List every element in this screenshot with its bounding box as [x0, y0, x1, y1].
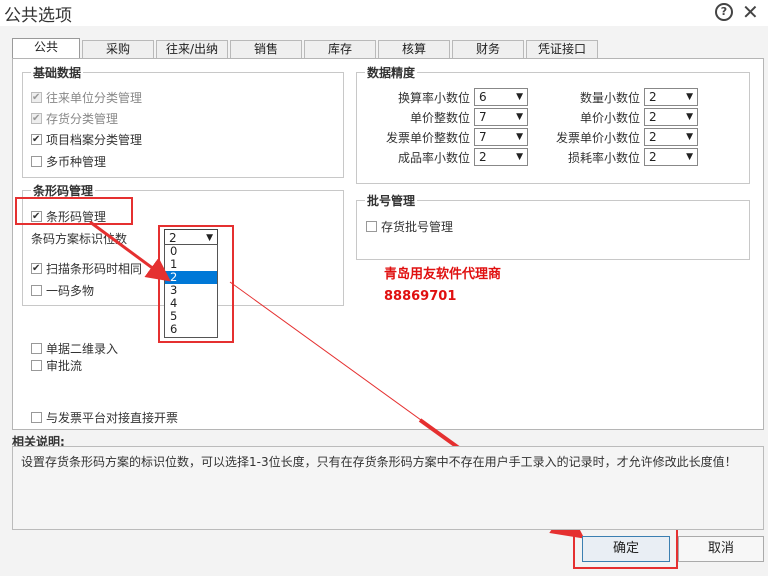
watermark-agent: 青岛用友软件代理商	[384, 267, 502, 282]
arrow-to-dropdown	[89, 220, 171, 282]
ok-button[interactable]: 确定	[582, 536, 670, 562]
watermark-phone: 88869701	[384, 289, 457, 304]
description-text: 设置存货条形码方案的标识位数，可以选择1-3位长度，只有在存货条形码方案中不存在…	[12, 446, 764, 530]
cancel-button[interactable]: 取消	[678, 536, 764, 562]
